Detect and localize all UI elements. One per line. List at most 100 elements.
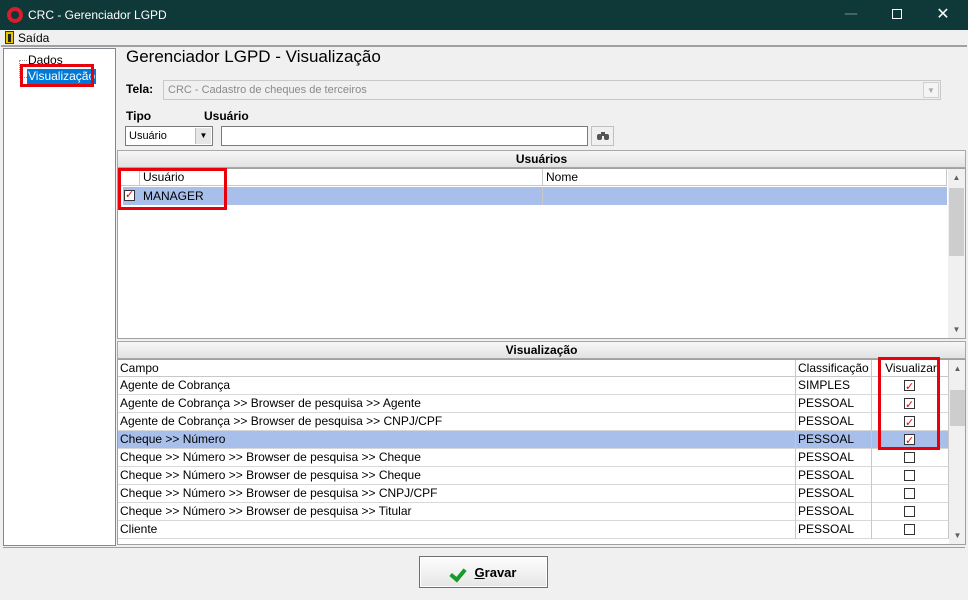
cell-visualizar xyxy=(872,413,949,431)
table-row[interactable]: Cheque >> Número >> Browser de pesquisa … xyxy=(118,449,949,467)
save-button[interactable]: Gravar xyxy=(419,556,548,588)
cell-classificacao: PESSOAL xyxy=(796,449,872,467)
cell-classificacao: PESSOAL xyxy=(796,467,872,485)
checkmark-icon xyxy=(451,564,469,580)
visualizar-checkbox[interactable] xyxy=(904,432,915,449)
minimize-button[interactable]: — xyxy=(828,0,874,30)
user-checkbox[interactable] xyxy=(124,188,135,201)
tipo-label: Tipo xyxy=(126,109,152,123)
cell-visualizar xyxy=(872,521,949,539)
cell-campo: Cheque >> Número >> Browser de pesquisa … xyxy=(118,449,796,467)
cell-classificacao: PESSOAL xyxy=(796,521,872,539)
column-header-visualizar[interactable]: Visualizar xyxy=(872,360,949,377)
scroll-down-icon[interactable]: ▼ xyxy=(949,527,965,544)
users-grid: Usuário Nome MANAGER ▲ ▼ xyxy=(117,168,966,339)
scroll-up-icon[interactable]: ▲ xyxy=(949,360,965,377)
visualizar-checkbox[interactable] xyxy=(904,506,915,517)
navigation-tree: Dados Visualização xyxy=(3,48,116,546)
visualizacao-grid: Campo Classificação Visualizar Agente de… xyxy=(117,359,966,545)
table-row[interactable]: Cheque >> Número >> Browser de pesquisa … xyxy=(118,467,949,485)
page-title: Gerenciador LGPD - Visualização xyxy=(126,47,381,66)
grid-header-indicator xyxy=(118,169,140,186)
cell-visualizar xyxy=(872,503,949,521)
tipo-value: Usuário xyxy=(129,130,167,142)
menu-bar: Saída xyxy=(1,30,967,45)
visualizar-checkbox[interactable] xyxy=(904,452,915,463)
chevron-down-icon[interactable]: ▼ xyxy=(923,82,939,98)
chevron-down-icon[interactable]: ▼ xyxy=(195,128,211,144)
close-button[interactable]: ✕ xyxy=(920,0,966,30)
tree-item-visualizacao[interactable]: Visualização xyxy=(27,69,97,84)
cell-visualizar xyxy=(872,431,949,449)
cell-campo: Cheque >> Número >> Browser de pesquisa … xyxy=(118,485,796,503)
table-row[interactable]: Cheque >> Número PESSOAL xyxy=(118,431,949,449)
exit-door-icon xyxy=(5,31,14,44)
tree-item-dados[interactable]: Dados xyxy=(27,53,64,68)
table-row[interactable]: MANAGER xyxy=(123,187,947,205)
cell-visualizar xyxy=(872,467,949,485)
cell-classificacao: PESSOAL xyxy=(796,395,872,413)
visualizar-checkbox[interactable] xyxy=(904,396,915,413)
cell-visualizar xyxy=(872,377,949,395)
cell-visualizar xyxy=(872,449,949,467)
window-title: CRC - Gerenciador LGPD xyxy=(28,8,167,22)
visualizar-checkbox[interactable] xyxy=(904,414,915,431)
cell-classificacao: PESSOAL xyxy=(796,485,872,503)
cell-campo: Cliente xyxy=(118,521,796,539)
cell-classificacao: PESSOAL xyxy=(796,431,872,449)
tree-connector xyxy=(19,77,27,78)
maximize-button[interactable] xyxy=(874,0,920,30)
save-label: Gravar xyxy=(474,564,517,580)
column-header-campo[interactable]: Campo xyxy=(118,360,796,377)
table-row[interactable]: Cliente PESSOAL xyxy=(118,521,949,539)
tela-combobox[interactable]: CRC - Cadastro de cheques de terceiros ▼ xyxy=(163,80,941,100)
title-bar: CRC - Gerenciador LGPD — ✕ xyxy=(0,0,968,30)
cell-campo: Cheque >> Número >> Browser de pesquisa … xyxy=(118,503,796,521)
visualizar-checkbox[interactable] xyxy=(904,488,915,499)
cell-classificacao: SIMPLES xyxy=(796,377,872,395)
scroll-down-icon[interactable]: ▼ xyxy=(948,321,965,338)
app-logo-icon xyxy=(7,7,23,23)
users-scrollbar[interactable]: ▲ ▼ xyxy=(948,169,965,338)
cell-campo: Agente de Cobrança xyxy=(118,377,796,395)
scroll-up-icon[interactable]: ▲ xyxy=(948,169,965,186)
cell-visualizar xyxy=(872,395,949,413)
table-row[interactable]: Cheque >> Número >> Browser de pesquisa … xyxy=(118,485,949,503)
cell-campo: Agente de Cobrança >> Browser de pesquis… xyxy=(118,395,796,413)
usuario-input[interactable] xyxy=(221,126,588,146)
cell-classificacao: PESSOAL xyxy=(796,413,872,431)
table-row[interactable]: Agente de Cobrança SIMPLES xyxy=(118,377,949,395)
visualizacao-group-header: Visualização xyxy=(117,341,966,359)
cell-campo: Agente de Cobrança >> Browser de pesquis… xyxy=(118,413,796,431)
menu-exit-label: Saída xyxy=(18,30,50,45)
column-header-usuario[interactable]: Usuário xyxy=(140,169,543,186)
table-row[interactable]: Agente de Cobrança >> Browser de pesquis… xyxy=(118,395,949,413)
menu-exit[interactable]: Saída xyxy=(5,30,49,45)
visualizar-checkbox[interactable] xyxy=(904,378,915,395)
table-row[interactable]: Cheque >> Número >> Browser de pesquisa … xyxy=(118,503,949,521)
cell-visualizar xyxy=(872,485,949,503)
tree-connector xyxy=(19,60,27,61)
cell-campo: Cheque >> Número >> Browser de pesquisa … xyxy=(118,467,796,485)
cell-classificacao: PESSOAL xyxy=(796,503,872,521)
footer-divider xyxy=(3,547,965,548)
cell-nome xyxy=(543,187,947,205)
table-row[interactable]: Agente de Cobrança >> Browser de pesquis… xyxy=(118,413,949,431)
maximize-icon xyxy=(892,9,902,19)
visualizar-checkbox[interactable] xyxy=(904,470,915,481)
binoculars-icon xyxy=(597,132,609,140)
cell-campo: Cheque >> Número xyxy=(118,431,796,449)
tipo-select[interactable]: Usuário ▼ xyxy=(125,126,213,146)
search-button[interactable] xyxy=(591,126,614,146)
tree-connector xyxy=(19,60,20,78)
column-header-classificacao[interactable]: Classificação xyxy=(796,360,872,377)
visualizar-checkbox[interactable] xyxy=(904,524,915,535)
tela-label: Tela: xyxy=(126,82,154,96)
users-group-header: Usuários xyxy=(117,150,966,168)
tela-value: CRC - Cadastro de cheques de terceiros xyxy=(168,84,367,96)
scroll-thumb[interactable] xyxy=(949,188,964,256)
column-header-nome[interactable]: Nome xyxy=(543,169,947,186)
visualizacao-scrollbar[interactable]: ▲ ▼ xyxy=(949,360,965,544)
cell-usuario: MANAGER xyxy=(140,187,543,205)
scroll-thumb[interactable] xyxy=(950,390,965,426)
